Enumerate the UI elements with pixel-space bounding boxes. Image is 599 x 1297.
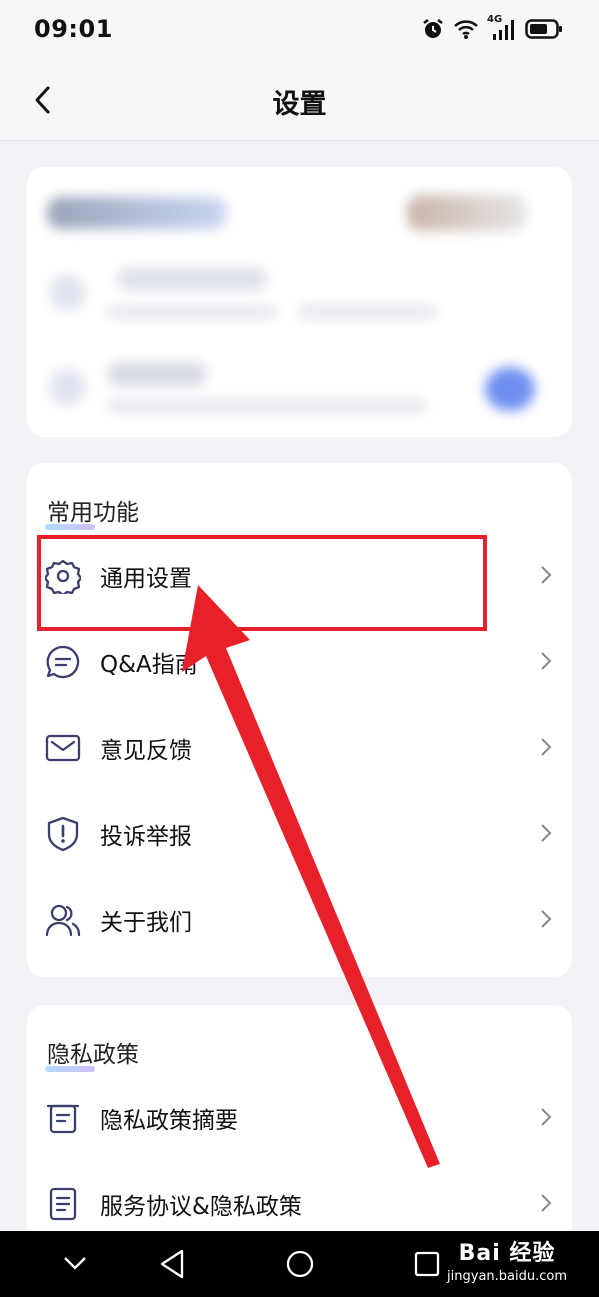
profile-card[interactable] xyxy=(27,167,572,437)
shield-exclamation-icon xyxy=(47,816,79,852)
chevron-right-icon xyxy=(541,824,552,842)
menu-item-label: 关于我们 xyxy=(100,910,192,936)
users-icon xyxy=(45,904,81,937)
status-icons: 4G xyxy=(421,14,563,44)
highlight-box xyxy=(37,535,487,631)
privacy-policy-card: 隐私政策 隐私政策摘要 服务协议&隐私政策 xyxy=(27,1005,572,1245)
menu-item-label: 投诉举报 xyxy=(100,824,192,850)
menu-item-label: Q&A指南 xyxy=(100,652,198,678)
menu-item-privacy-summary[interactable]: 隐私政策摘要 xyxy=(27,1075,572,1161)
section-title-text: 隐私政策 xyxy=(47,1042,139,1068)
menu-item-report[interactable]: 投诉举报 xyxy=(27,791,572,877)
section-title-text: 常用功能 xyxy=(47,500,139,526)
chevron-right-icon xyxy=(541,1194,552,1212)
navigation-bar: 设置 xyxy=(0,60,599,141)
chevron-right-icon xyxy=(541,566,552,584)
alarm-icon xyxy=(423,19,443,38)
status-time: 09:01 xyxy=(34,15,113,43)
blurred-avatar xyxy=(407,195,527,231)
blurred-toggle xyxy=(485,367,535,411)
blurred-username xyxy=(47,197,227,229)
nav-down-icon[interactable] xyxy=(62,1253,88,1273)
baidu-watermark: Bai 经验 jingyan.baidu.com xyxy=(447,1235,567,1284)
watermark-brand: Bai 经验 xyxy=(458,1241,556,1266)
chat-bubble-icon xyxy=(46,645,80,679)
blurred-icon xyxy=(49,275,85,311)
watermark-url: jingyan.baidu.com xyxy=(447,1269,567,1284)
blurred-text xyxy=(297,305,437,319)
document-list-icon xyxy=(46,1104,80,1134)
section-title: 隐私政策 xyxy=(45,1035,139,1072)
blurred-text xyxy=(107,305,277,319)
menu-item-about-us[interactable]: 关于我们 xyxy=(27,877,572,963)
battery-icon xyxy=(525,19,562,39)
menu-item-feedback[interactable]: 意见反馈 xyxy=(27,705,572,791)
chevron-right-icon xyxy=(541,1108,552,1126)
blurred-text xyxy=(107,399,427,413)
chevron-right-icon xyxy=(541,738,552,756)
page-title: 设置 xyxy=(272,89,327,120)
blurred-text xyxy=(117,267,267,291)
envelope-icon xyxy=(45,734,81,762)
chevron-right-icon xyxy=(541,652,552,670)
document-icon xyxy=(49,1187,77,1221)
status-bar: 09:01 4G xyxy=(0,0,599,60)
signal-group: 4G xyxy=(487,14,517,41)
nav-home-icon[interactable] xyxy=(285,1248,315,1280)
blurred-icon xyxy=(49,369,85,405)
system-nav-bar: Bai 经验 jingyan.baidu.com xyxy=(0,1231,599,1297)
chevron-right-icon xyxy=(541,910,552,928)
nav-recents-icon[interactable] xyxy=(413,1248,441,1280)
section-title: 常用功能 xyxy=(45,493,139,530)
menu-item-label: 服务协议&隐私政策 xyxy=(100,1194,302,1220)
wifi-icon xyxy=(454,20,478,39)
blurred-text xyxy=(107,362,207,386)
menu-item-qa-guide[interactable]: Q&A指南 xyxy=(27,619,572,705)
nav-back-icon[interactable] xyxy=(158,1248,186,1280)
menu-item-label: 隐私政策摘要 xyxy=(100,1108,238,1134)
signal-icon xyxy=(493,20,514,40)
menu-item-label: 意见反馈 xyxy=(100,738,192,764)
